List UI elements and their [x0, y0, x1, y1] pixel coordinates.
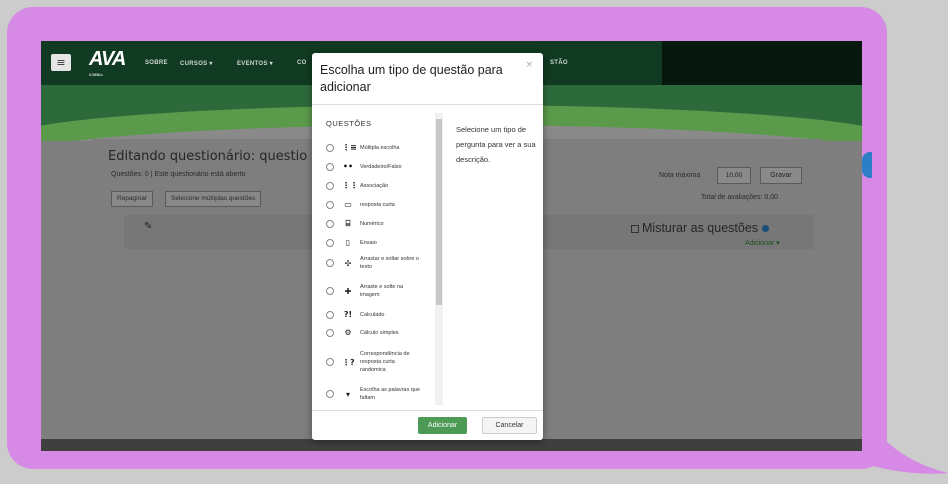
- nav-item-gestao[interactable]: STÃO: [550, 60, 568, 66]
- radio-button[interactable]: [326, 259, 334, 267]
- repaginate-button[interactable]: Repaginar: [111, 191, 153, 207]
- question-type-option[interactable]: ⌸ Numérico: [312, 219, 432, 229]
- drag-text-icon: ✣: [344, 258, 352, 268]
- navbar-right-area: [662, 41, 862, 85]
- list-scrollbar[interactable]: [435, 113, 443, 405]
- radio-button[interactable]: [326, 200, 334, 209]
- menu-toggle-button[interactable]: ≡: [51, 54, 71, 71]
- question-type-option[interactable]: ⋮? Correspondência de resposta curta rand…: [312, 350, 432, 374]
- dropdown-icon: ▾: [345, 389, 350, 399]
- question-type-dialog: Escolha um tipo de questão para adiciona…: [312, 53, 543, 440]
- question-type-option[interactable]: ✣ Arrastar e soltar sobre o texto: [312, 255, 432, 271]
- question-type-option[interactable]: ⋮≡ Múltipla escolha: [312, 143, 432, 152]
- question-type-option[interactable]: ▾ Escolha as palavras que faltam: [312, 386, 432, 402]
- question-type-label: Escolha as palavras que faltam: [360, 387, 420, 401]
- radio-button[interactable]: [326, 181, 334, 190]
- question-type-option[interactable]: •• Verdadeiro/Falso: [312, 162, 432, 171]
- question-type-label: resposta curta: [360, 201, 395, 208]
- dialog-title: Escolha um tipo de questão para adiciona…: [320, 63, 503, 94]
- side-tab[interactable]: [862, 152, 872, 178]
- radio-button[interactable]: [326, 162, 334, 171]
- list-icon: ⋮≡: [342, 143, 357, 152]
- question-type-option[interactable]: ✚ Arraste e solte na imagem: [312, 283, 432, 299]
- max-grade-label: Nota máxima: [659, 172, 701, 179]
- radio-button[interactable]: [326, 220, 334, 228]
- max-grade-input[interactable]: 10,00: [717, 167, 751, 184]
- add-button[interactable]: Adicionar: [418, 417, 467, 434]
- logo-subtitle: ICMBio: [89, 72, 103, 77]
- shuffle-checkbox[interactable]: [631, 224, 639, 233]
- question-type-label: Cálculo simples: [360, 329, 399, 336]
- question-type-list: QUESTÕES ⋮≡ Múltipla escolha •• Verdadeiro/…: [312, 105, 444, 405]
- quiz-status-text: Questões: 0 | Este questionário está abe…: [111, 171, 246, 178]
- random-match-icon: ⋮?: [342, 357, 355, 367]
- question-type-label: Correspondência de resposta curta random…: [360, 351, 410, 373]
- nav-item-partial[interactable]: CO: [297, 60, 307, 66]
- question-type-option[interactable]: ⚙ Cálculo simples: [312, 328, 432, 337]
- shuffle-questions-toggle[interactable]: Misturar as questões: [631, 221, 770, 235]
- help-icon[interactable]: [762, 225, 770, 233]
- question-type-label: Calculado: [360, 311, 385, 318]
- question-type-label: Arraste e solte na imagem: [360, 284, 404, 298]
- short-answer-icon: ▭: [344, 200, 352, 209]
- total-grades-text: Total de avaliações: 0,00: [701, 194, 779, 201]
- question-description: Selecione um tipo de pergunta para ver a…: [456, 125, 536, 164]
- radio-button[interactable]: [326, 143, 334, 152]
- dots-icon: ••: [342, 162, 354, 171]
- nav-item-sobre[interactable]: SOBRE: [145, 60, 168, 66]
- dialog-header: Escolha um tipo de questão para adiciona…: [312, 53, 543, 105]
- radio-button[interactable]: [326, 328, 334, 337]
- question-type-label: Arrastar e soltar sobre o texto: [360, 256, 419, 270]
- numeric-icon: ⌸: [345, 219, 351, 228]
- select-multiple-button[interactable]: Selecione múltiplas questões: [165, 191, 262, 207]
- questions-heading: QUESTÕES: [326, 119, 372, 128]
- nav-item-eventos[interactable]: EVENTOS ▾: [237, 60, 273, 67]
- essay-icon: ▯: [345, 238, 351, 247]
- shuffle-label: Misturar as questões: [642, 221, 759, 235]
- question-type-option[interactable]: ?! Calculado: [312, 310, 432, 319]
- page-title: Editando questionário: questio: [108, 149, 308, 164]
- pencil-icon[interactable]: ✎: [144, 221, 152, 232]
- match-icon: ⋮⋮: [342, 181, 358, 190]
- question-type-label: Associação: [360, 182, 389, 189]
- radio-button[interactable]: [326, 358, 334, 366]
- question-type-option[interactable]: ▭ resposta curta: [312, 200, 432, 209]
- calculated-icon: ?!: [343, 310, 353, 319]
- scrollbar-thumb[interactable]: [436, 119, 442, 305]
- calc-simple-icon: ⚙: [344, 328, 352, 337]
- site-logo[interactable]: AVA: [89, 48, 126, 71]
- nav-item-cursos[interactable]: CURSOS ▾: [180, 60, 213, 67]
- question-type-label: Ensaio: [360, 239, 377, 246]
- question-type-option[interactable]: ▯ Ensaio: [312, 238, 432, 247]
- radio-button[interactable]: [326, 310, 334, 319]
- close-icon[interactable]: ×: [525, 60, 533, 70]
- question-type-label: Múltipla escolha: [360, 144, 400, 151]
- dialog-footer: Adicionar Cancelar: [312, 410, 543, 441]
- save-grade-button[interactable]: Gravar: [760, 167, 802, 184]
- cancel-button[interactable]: Cancelar: [482, 417, 537, 434]
- add-menu-link[interactable]: Adicionar ▾: [745, 239, 780, 247]
- radio-button[interactable]: [326, 287, 334, 295]
- drag-image-icon: ✚: [344, 286, 352, 296]
- question-type-option[interactable]: ⋮⋮ Associação: [312, 181, 432, 190]
- radio-button[interactable]: [326, 390, 334, 398]
- radio-button[interactable]: [326, 238, 334, 247]
- question-type-label: Verdadeiro/Falso: [360, 163, 402, 170]
- question-type-label: Numérico: [360, 221, 384, 227]
